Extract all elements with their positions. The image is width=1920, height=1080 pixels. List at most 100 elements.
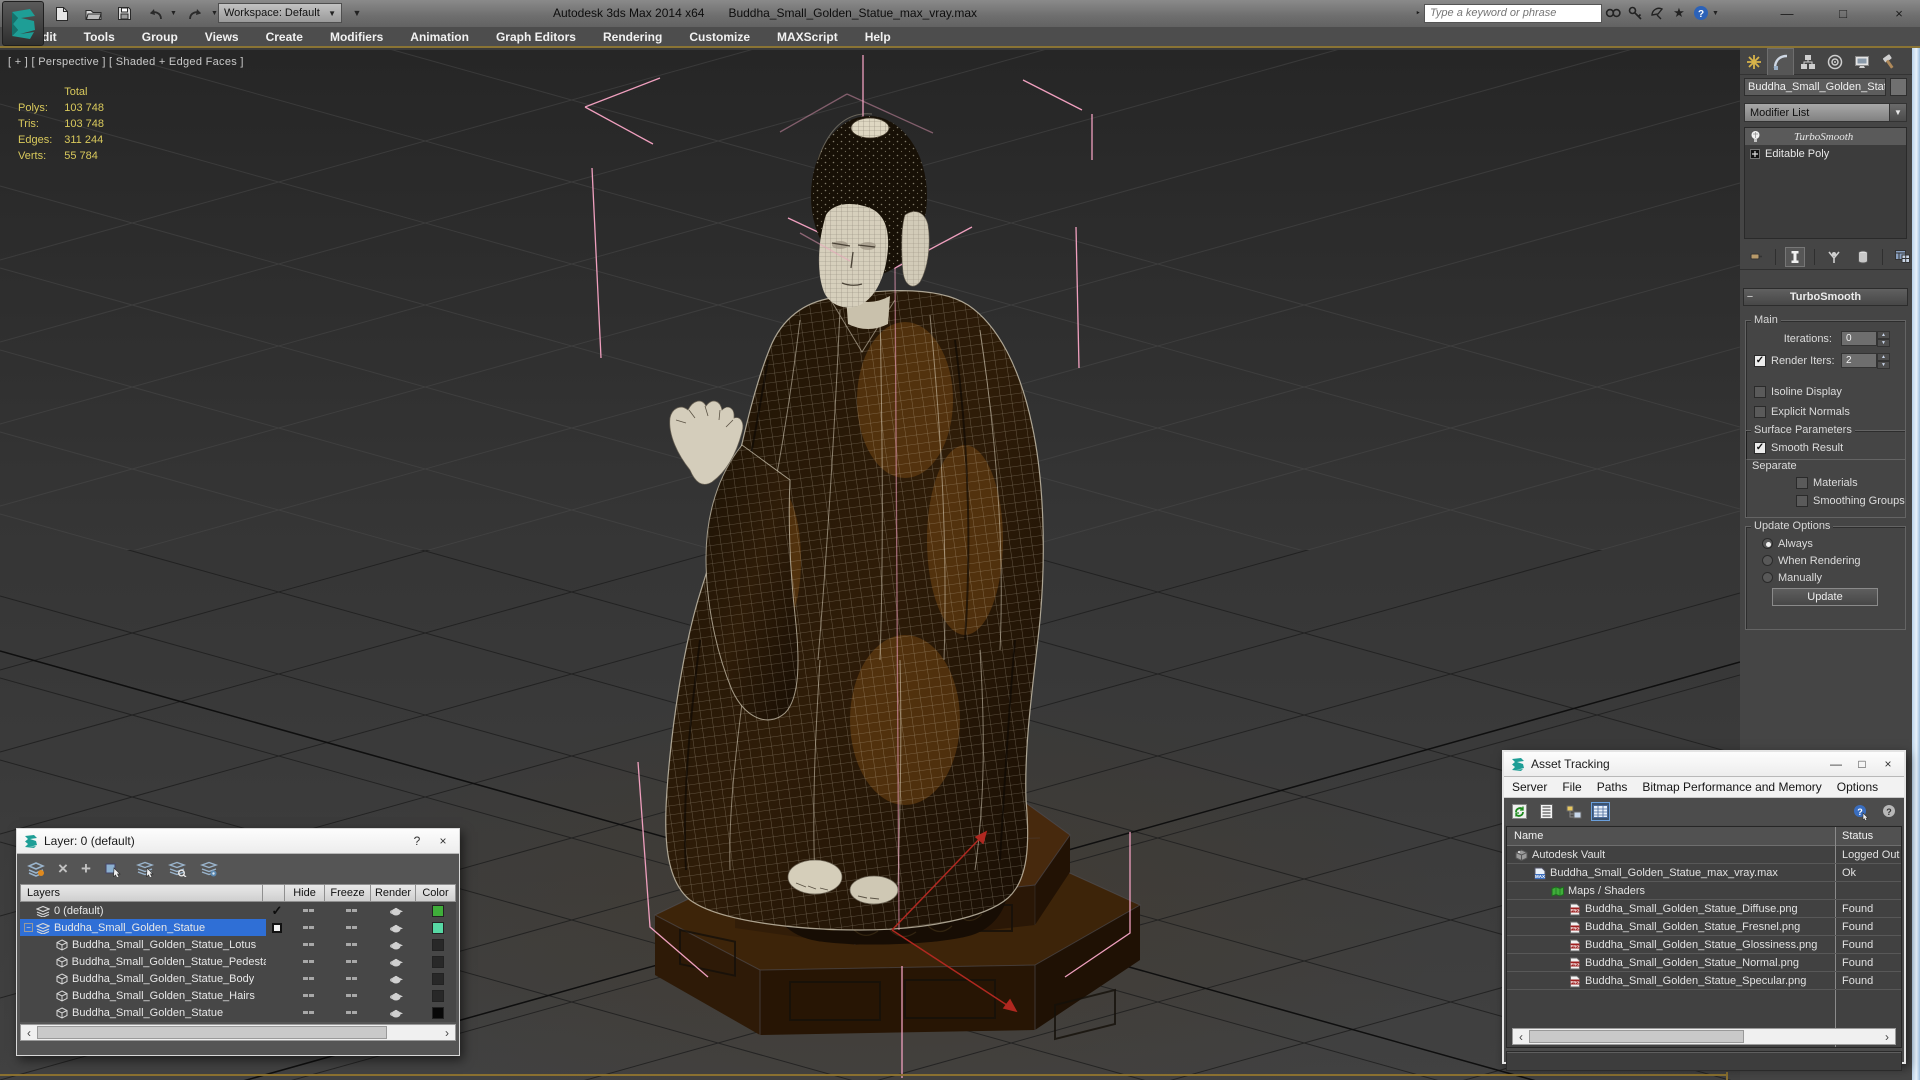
render-cell[interactable] bbox=[374, 970, 418, 987]
help-icon[interactable]: ? bbox=[1690, 3, 1712, 23]
layer-color-swatch[interactable] bbox=[432, 922, 444, 934]
render-iters-checkbox[interactable]: ✓ bbox=[1754, 355, 1766, 367]
layer-dialog-titlebar[interactable]: Layer: 0 (default) ? × bbox=[17, 829, 459, 854]
hide-cell[interactable] bbox=[288, 936, 328, 953]
current-layer-cell[interactable]: ✓ bbox=[266, 902, 288, 919]
isoline-display-checkbox[interactable] bbox=[1754, 386, 1766, 398]
hide-cell[interactable] bbox=[288, 987, 328, 1004]
column-color[interactable]: Color bbox=[416, 884, 456, 902]
add-to-layer-icon[interactable]: + bbox=[81, 859, 91, 879]
menu-rendering[interactable]: Rendering bbox=[603, 30, 662, 44]
freeze-cell[interactable] bbox=[328, 1004, 374, 1021]
expand-collapse-icon[interactable]: − bbox=[24, 923, 33, 932]
when-rendering-radio[interactable] bbox=[1762, 555, 1773, 566]
spin-up-icon[interactable]: ▲ bbox=[1877, 353, 1890, 361]
minimize-button[interactable]: — bbox=[1826, 757, 1846, 771]
menu-paths[interactable]: Paths bbox=[1597, 780, 1628, 794]
current-layer-cell[interactable] bbox=[266, 1004, 288, 1021]
layer-name[interactable]: Buddha_Small_Golden_Statue bbox=[72, 1007, 223, 1019]
tab-utilities-icon[interactable] bbox=[1875, 48, 1902, 75]
current-layer-cell[interactable] bbox=[266, 936, 288, 953]
tab-hierarchy-icon[interactable] bbox=[1794, 48, 1821, 75]
open-file-icon[interactable] bbox=[81, 3, 105, 25]
scroll-thumb[interactable] bbox=[1529, 1030, 1744, 1043]
asset-row[interactable]: PNGBuddha_Small_Golden_Statue_Normal.png… bbox=[1507, 954, 1901, 972]
highlight-layer-icon[interactable] bbox=[168, 861, 187, 877]
materials-checkbox[interactable] bbox=[1796, 477, 1808, 489]
search-input[interactable] bbox=[1424, 4, 1602, 23]
asset-row[interactable]: MAXBuddha_Small_Golden_Statue_max_vray.m… bbox=[1507, 864, 1901, 882]
menu-options[interactable]: Options bbox=[1837, 780, 1878, 794]
menu-bitmap-performance[interactable]: Bitmap Performance and Memory bbox=[1642, 780, 1821, 794]
menu-group[interactable]: Group bbox=[142, 30, 178, 44]
menu-maxscript[interactable]: MAXScript bbox=[777, 30, 838, 44]
new-file-icon[interactable] bbox=[50, 3, 74, 25]
scroll-left-icon[interactable]: ‹ bbox=[21, 1025, 37, 1040]
undo-dropdown-icon[interactable]: ▼ bbox=[170, 10, 177, 17]
help-icon[interactable]: ? bbox=[1879, 802, 1898, 821]
menu-create[interactable]: Create bbox=[266, 30, 303, 44]
color-cell[interactable] bbox=[418, 936, 458, 953]
freeze-cell[interactable] bbox=[328, 953, 374, 970]
asset-name[interactable]: Buddha_Small_Golden_Statue_Fresnel.png bbox=[1585, 921, 1800, 933]
context-help-icon[interactable]: ? bbox=[1852, 802, 1871, 821]
toolbar-options-icon[interactable]: ▼ bbox=[348, 5, 366, 21]
layer-row[interactable]: Buddha_Small_Golden_Statue_Pedestal bbox=[20, 953, 458, 970]
update-button[interactable]: Update bbox=[1772, 588, 1878, 606]
table-view-icon[interactable] bbox=[1591, 802, 1610, 821]
close-button[interactable]: × bbox=[1884, 3, 1914, 25]
layer-row[interactable]: 0 (default)✓ bbox=[20, 902, 458, 919]
render-cell[interactable] bbox=[374, 953, 418, 970]
color-cell[interactable] bbox=[418, 902, 458, 919]
scroll-right-icon[interactable]: › bbox=[1879, 1029, 1895, 1044]
layer-name[interactable]: Buddha_Small_Golden_Statue_Pedestal bbox=[72, 956, 266, 968]
explicit-normals-checkbox[interactable] bbox=[1754, 406, 1766, 418]
redo-dropdown-icon[interactable]: ▼ bbox=[211, 10, 218, 17]
render-cell[interactable] bbox=[374, 919, 418, 936]
menu-help[interactable]: Help bbox=[865, 30, 891, 44]
set-current-layer-icon[interactable] bbox=[136, 861, 155, 877]
object-name-field[interactable]: Buddha_Small_Golden_Statue bbox=[1744, 78, 1886, 96]
asset-name[interactable]: Buddha_Small_Golden_Statue_max_vray.max bbox=[1550, 867, 1778, 879]
list-view-icon[interactable] bbox=[1537, 802, 1556, 821]
color-cell[interactable] bbox=[418, 1004, 458, 1021]
help-button[interactable]: ? bbox=[407, 834, 427, 848]
menu-graph-editors[interactable]: Graph Editors bbox=[496, 30, 576, 44]
hide-cell[interactable] bbox=[288, 1004, 328, 1021]
create-new-layer-icon[interactable] bbox=[27, 861, 45, 877]
menu-tools[interactable]: Tools bbox=[84, 30, 115, 44]
show-end-result-icon[interactable] bbox=[1785, 247, 1805, 267]
asset-row[interactable]: Autodesk VaultLogged Out bbox=[1507, 846, 1901, 864]
layer-color-swatch[interactable] bbox=[432, 939, 444, 951]
layer-color-swatch[interactable] bbox=[432, 990, 444, 1002]
spin-down-icon[interactable]: ▼ bbox=[1877, 339, 1890, 347]
layer-color-swatch[interactable] bbox=[432, 905, 444, 917]
layer-row[interactable]: Buddha_Small_Golden_Statue_Lotus bbox=[20, 936, 458, 953]
layer-name[interactable]: Buddha_Small_Golden_Statue_Lotus bbox=[72, 939, 256, 951]
layer-name[interactable]: Buddha_Small_Golden_Statue_Hairs bbox=[72, 990, 255, 1002]
delete-layer-icon[interactable]: × bbox=[58, 859, 68, 879]
asset-name[interactable]: Maps / Shaders bbox=[1568, 885, 1645, 897]
asset-name[interactable]: Autodesk Vault bbox=[1532, 849, 1605, 861]
make-unique-icon[interactable] bbox=[1824, 247, 1844, 267]
menu-file[interactable]: File bbox=[1562, 780, 1581, 794]
communication-center-icon[interactable] bbox=[1646, 3, 1668, 23]
color-cell[interactable] bbox=[418, 919, 458, 936]
key-icon[interactable] bbox=[1624, 3, 1646, 23]
layer-color-swatch[interactable] bbox=[432, 956, 444, 968]
asset-name[interactable]: Buddha_Small_Golden_Statue_Specular.png bbox=[1585, 975, 1806, 987]
scroll-thumb[interactable] bbox=[37, 1026, 387, 1039]
render-cell[interactable] bbox=[374, 987, 418, 1004]
layer-name[interactable]: Buddha_Small_Golden_Statue_Body bbox=[72, 973, 254, 985]
always-radio[interactable] bbox=[1762, 538, 1773, 549]
asset-row[interactable]: PNGBuddha_Small_Golden_Statue_Glossiness… bbox=[1507, 936, 1901, 954]
asset-name[interactable]: Buddha_Small_Golden_Statue_Normal.png bbox=[1585, 957, 1799, 969]
asset-tracking-titlebar[interactable]: Asset Tracking — □ × bbox=[1504, 752, 1904, 777]
hide-cell[interactable] bbox=[288, 919, 328, 936]
layer-name[interactable]: Buddha_Small_Golden_Statue bbox=[54, 922, 205, 934]
layer-properties-icon[interactable] bbox=[200, 861, 219, 877]
save-file-icon[interactable] bbox=[112, 3, 136, 25]
render-cell[interactable] bbox=[374, 1004, 418, 1021]
menu-views[interactable]: Views bbox=[205, 30, 239, 44]
hierarchy-view-icon[interactable] bbox=[1564, 802, 1583, 821]
